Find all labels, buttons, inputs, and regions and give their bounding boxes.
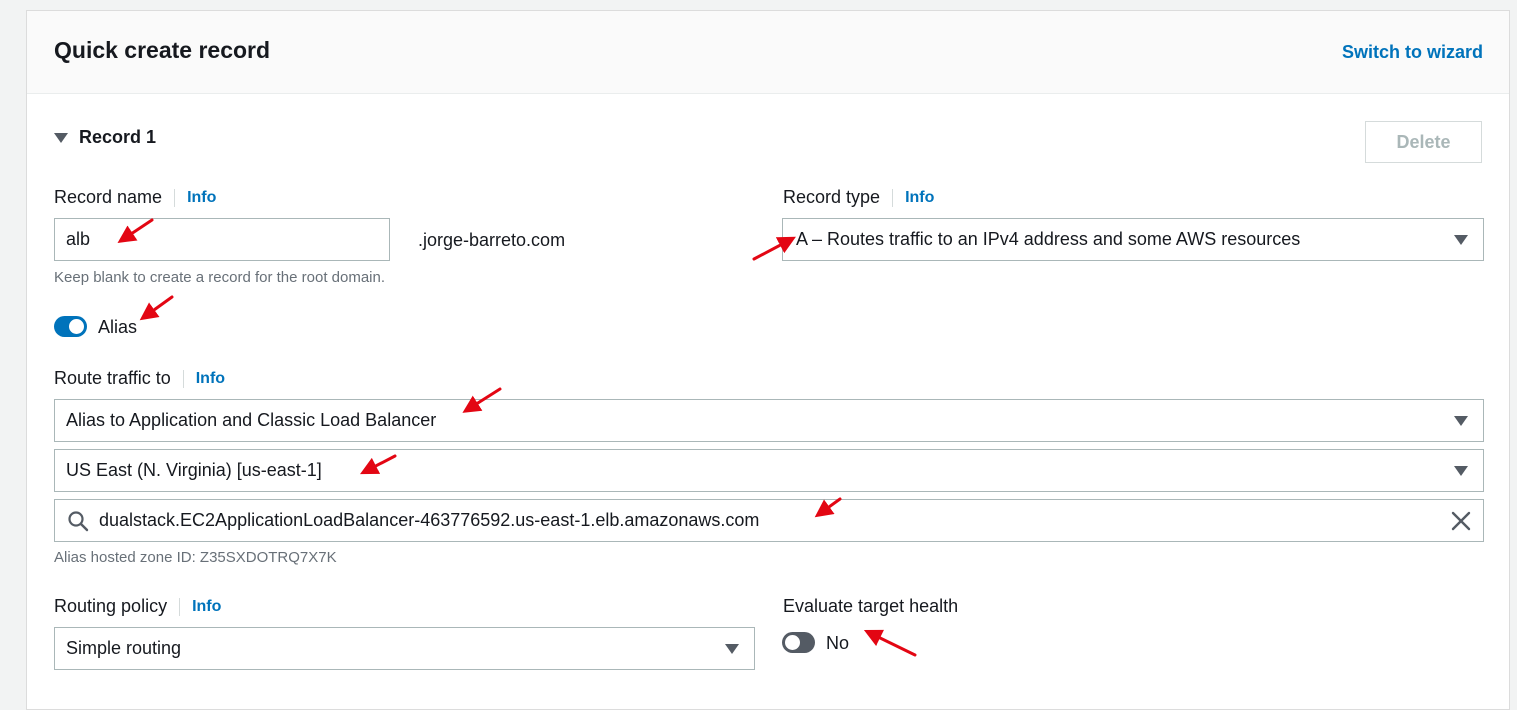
arrow-record-name (117, 218, 154, 243)
annotation-arrows (117, 218, 917, 657)
arrow-load-balancer (814, 497, 842, 518)
arrow-endpoint (462, 387, 502, 413)
arrow-evaluate-health (863, 629, 917, 657)
arrow-alias (139, 295, 174, 321)
arrow-region (360, 454, 397, 475)
arrow-record-type (752, 236, 796, 261)
